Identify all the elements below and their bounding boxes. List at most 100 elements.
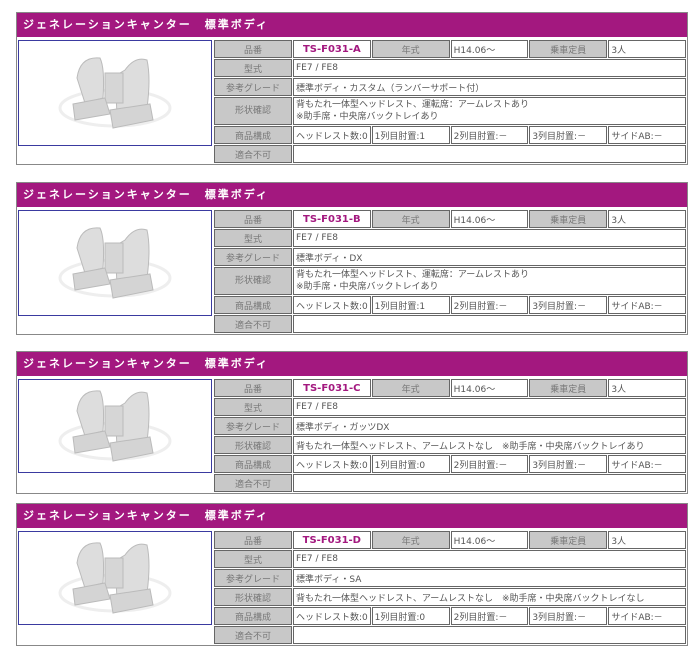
incompatible-label: 適合不可 bbox=[214, 474, 292, 492]
capacity-value: 3人 bbox=[608, 379, 686, 397]
seat-cover-image[interactable] bbox=[18, 531, 212, 625]
shape-value: 背もたれ一体型ヘッドレスト、アームレストなし ※助手席・中央席バックトレイなし bbox=[293, 588, 686, 606]
incompatible-value bbox=[293, 474, 686, 492]
code-label: 品番 bbox=[214, 210, 292, 228]
model-label: 型式 bbox=[214, 59, 292, 77]
grade-value: 標準ボディ・ガッツDX bbox=[293, 417, 686, 435]
components-label: 商品構成 bbox=[214, 455, 292, 473]
grade-label: 参考グレード bbox=[214, 78, 292, 96]
grade-value: 標準ボディ・カスタム（ランバーサポート付） bbox=[293, 78, 686, 96]
code-label: 品番 bbox=[214, 531, 292, 549]
spec-table: 品番 TS-F031-C 年式 H14.06～ 乗車定員 3人 型式 FE7 /… bbox=[213, 378, 687, 493]
shape-line-1: 背もたれ一体型ヘッドレスト、アームレストなし ※助手席・中央席バックトレイあり bbox=[296, 441, 645, 452]
side-airbag: サイドAB:－ bbox=[608, 126, 686, 144]
spec-table: 品番 TS-F031-A 年式 H14.06～ 乗車定員 3人 型式 FE7 /… bbox=[213, 39, 687, 164]
row1-armrest: 1列目肘置:0 bbox=[371, 607, 450, 625]
seat-cover-image[interactable] bbox=[18, 40, 212, 146]
year-label: 年式 bbox=[371, 379, 450, 397]
product-image-cell bbox=[17, 378, 213, 493]
product-code[interactable]: TS-F031-D bbox=[293, 531, 371, 549]
side-airbag: サイドAB:－ bbox=[608, 607, 686, 625]
model-value: FE7 / FE8 bbox=[293, 229, 686, 247]
product-code[interactable]: TS-F031-A bbox=[293, 40, 371, 58]
components-label: 商品構成 bbox=[214, 607, 292, 625]
seat-cover-image[interactable] bbox=[18, 210, 212, 316]
seat-cover-image[interactable] bbox=[18, 379, 212, 473]
row3-armrest: 3列目肘置:－ bbox=[529, 607, 608, 625]
grade-label: 参考グレード bbox=[214, 569, 292, 587]
year-label: 年式 bbox=[371, 210, 450, 228]
capacity-label: 乗車定員 bbox=[529, 531, 608, 549]
year-value: H14.06～ bbox=[450, 379, 529, 397]
year-label: 年式 bbox=[371, 531, 450, 549]
year-value: H14.06～ bbox=[450, 531, 529, 549]
shape-line-1: 背もたれ一体型ヘッドレスト、アームレストなし ※助手席・中央席バックトレイなし bbox=[296, 593, 645, 604]
seat-icon bbox=[58, 390, 172, 462]
seat-icon bbox=[58, 542, 172, 614]
product-block: ジェネレーションキャンター 標準ボディ 品番 TS-F031-C 年式 H14.… bbox=[16, 351, 688, 494]
shape-label: 形状確認 bbox=[214, 588, 292, 606]
shape-label: 形状確認 bbox=[214, 267, 292, 295]
year-label: 年式 bbox=[371, 40, 450, 58]
code-label: 品番 bbox=[214, 379, 292, 397]
capacity-value: 3人 bbox=[608, 210, 686, 228]
model-label: 型式 bbox=[214, 550, 292, 568]
product-block: ジェネレーションキャンター 標準ボディ 品番 TS-F031-D 年式 H14.… bbox=[16, 503, 688, 646]
row3-armrest: 3列目肘置:－ bbox=[529, 455, 608, 473]
capacity-label: 乗車定員 bbox=[529, 379, 608, 397]
product-title: ジェネレーションキャンター 標準ボディ bbox=[17, 13, 687, 39]
product-block: ジェネレーションキャンター 標準ボディ 品番 TS-F031-A 年式 H14.… bbox=[16, 12, 688, 165]
code-label: 品番 bbox=[214, 40, 292, 58]
shape-line-1: 背もたれ一体型ヘッドレスト、運転席：アームレストあり bbox=[296, 270, 530, 280]
incompatible-value bbox=[293, 315, 686, 333]
shape-line-2: ※助手席・中央席バックトレイあり bbox=[296, 112, 439, 122]
product-title: ジェネレーションキャンター 標準ボディ bbox=[17, 504, 687, 530]
model-label: 型式 bbox=[214, 398, 292, 416]
headrest-count: ヘッドレスト数:0 bbox=[293, 126, 371, 144]
spec-table: 品番 TS-F031-D 年式 H14.06～ 乗車定員 3人 型式 FE7 /… bbox=[213, 530, 687, 645]
grade-value: 標準ボディ・DX bbox=[293, 248, 686, 266]
row2-armrest: 2列目肘置:－ bbox=[450, 607, 529, 625]
product-image-cell bbox=[17, 530, 213, 645]
model-value: FE7 / FE8 bbox=[293, 550, 686, 568]
row3-armrest: 3列目肘置:－ bbox=[529, 126, 608, 144]
components-label: 商品構成 bbox=[214, 296, 292, 314]
grade-label: 参考グレード bbox=[214, 417, 292, 435]
seat-icon bbox=[58, 57, 172, 129]
spec-table: 品番 TS-F031-B 年式 H14.06～ 乗車定員 3人 型式 FE7 /… bbox=[213, 209, 687, 334]
row1-armrest: 1列目肘置:0 bbox=[371, 455, 450, 473]
year-value: H14.06～ bbox=[450, 40, 529, 58]
components-label: 商品構成 bbox=[214, 126, 292, 144]
row3-armrest: 3列目肘置:－ bbox=[529, 296, 608, 314]
row2-armrest: 2列目肘置:－ bbox=[450, 126, 529, 144]
incompatible-label: 適合不可 bbox=[214, 626, 292, 644]
shape-value: 背もたれ一体型ヘッドレスト、運転席：アームレストあり ※助手席・中央席バックトレイ… bbox=[293, 267, 686, 295]
row2-armrest: 2列目肘置:－ bbox=[450, 296, 529, 314]
capacity-label: 乗車定員 bbox=[529, 40, 608, 58]
product-code[interactable]: TS-F031-C bbox=[293, 379, 371, 397]
model-value: FE7 / FE8 bbox=[293, 398, 686, 416]
incompatible-label: 適合不可 bbox=[214, 145, 292, 163]
shape-line-2: ※助手席・中央席バックトレイあり bbox=[296, 282, 439, 292]
row1-armrest: 1列目肘置:1 bbox=[371, 126, 450, 144]
shape-value: 背もたれ一体型ヘッドレスト、運転席：アームレストあり ※助手席・中央席バックトレイ… bbox=[293, 97, 686, 125]
shape-value: 背もたれ一体型ヘッドレスト、アームレストなし ※助手席・中央席バックトレイあり bbox=[293, 436, 686, 454]
headrest-count: ヘッドレスト数:0 bbox=[293, 455, 371, 473]
headrest-count: ヘッドレスト数:0 bbox=[293, 296, 371, 314]
product-block: ジェネレーションキャンター 標準ボディ 品番 TS-F031-B 年式 H14.… bbox=[16, 182, 688, 335]
product-title: ジェネレーションキャンター 標準ボディ bbox=[17, 352, 687, 378]
grade-value: 標準ボディ・SA bbox=[293, 569, 686, 587]
year-value: H14.06～ bbox=[450, 210, 529, 228]
product-image-cell bbox=[17, 209, 213, 334]
capacity-value: 3人 bbox=[608, 531, 686, 549]
product-title: ジェネレーションキャンター 標準ボディ bbox=[17, 183, 687, 209]
model-value: FE7 / FE8 bbox=[293, 59, 686, 77]
shape-label: 形状確認 bbox=[214, 97, 292, 125]
product-code[interactable]: TS-F031-B bbox=[293, 210, 371, 228]
side-airbag: サイドAB:－ bbox=[608, 296, 686, 314]
row1-armrest: 1列目肘置:1 bbox=[371, 296, 450, 314]
grade-label: 参考グレード bbox=[214, 248, 292, 266]
capacity-label: 乗車定員 bbox=[529, 210, 608, 228]
row2-armrest: 2列目肘置:－ bbox=[450, 455, 529, 473]
incompatible-value bbox=[293, 145, 686, 163]
